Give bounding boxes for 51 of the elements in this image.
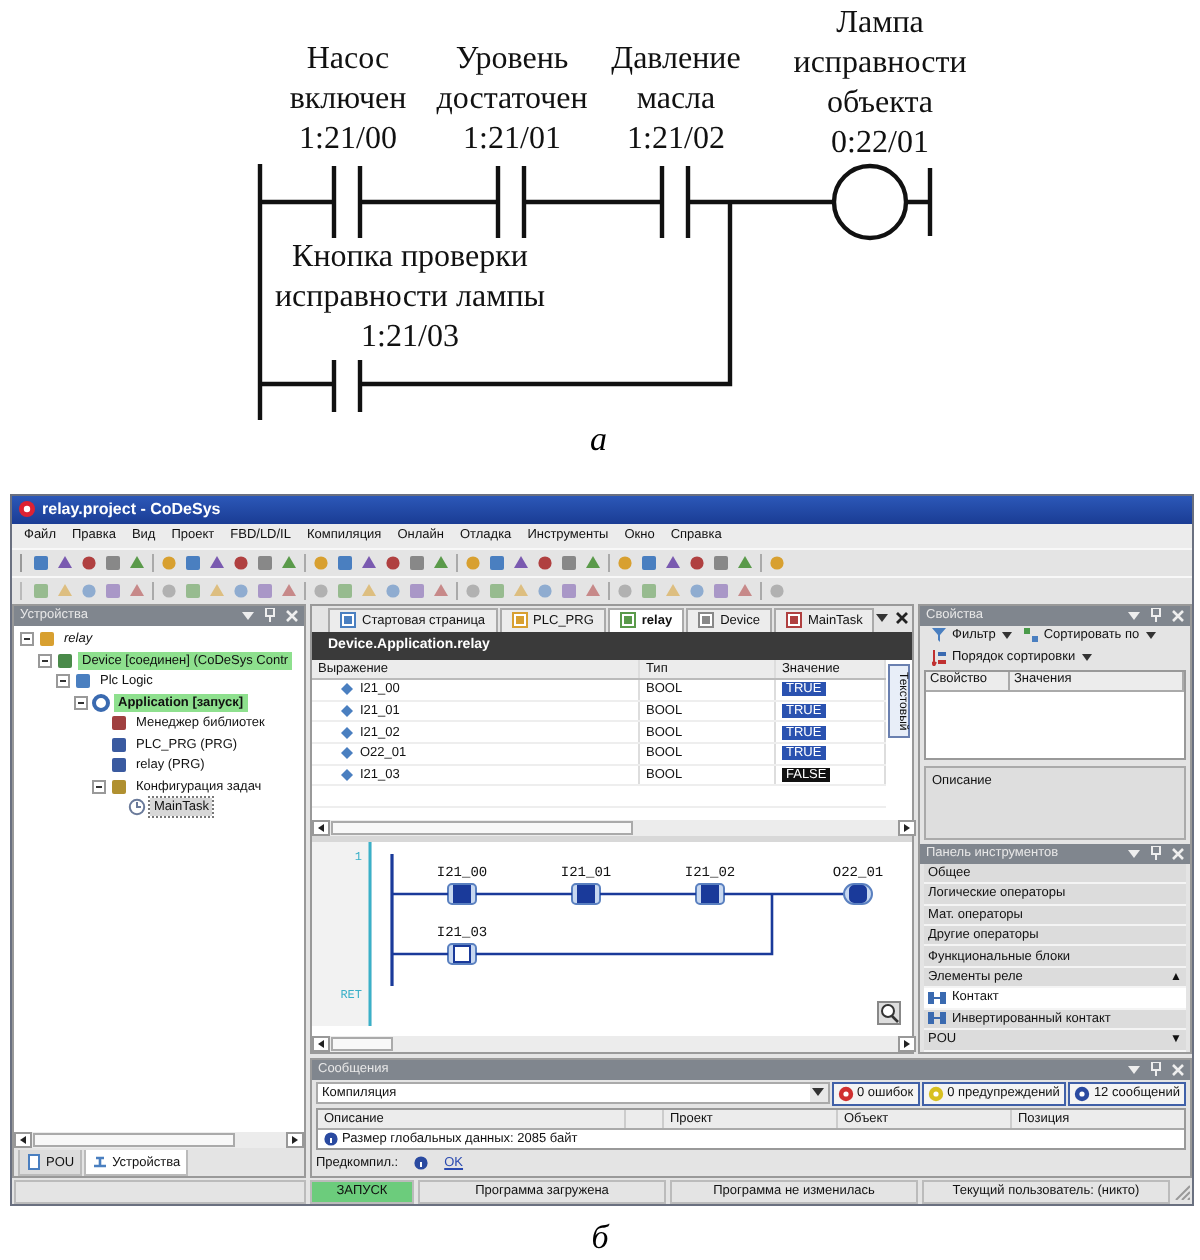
pin-icon[interactable]: [1150, 1062, 1162, 1077]
coil-symbol: [831, 163, 909, 241]
dropdown-icon[interactable]: [812, 1088, 824, 1099]
caret-icon[interactable]: [1081, 653, 1092, 662]
collapse-icon[interactable]: [92, 779, 106, 794]
contact-icon: [928, 991, 946, 1004]
power-rail: [927, 168, 933, 236]
close-icon[interactable]: [896, 612, 909, 625]
resize-grip-icon[interactable]: [1174, 1183, 1190, 1200]
contact-symbol: [659, 166, 691, 238]
funnel-icon: [932, 628, 946, 643]
contact-symbol[interactable]: [695, 882, 725, 905]
contact-icon: [928, 1012, 946, 1025]
pin-icon[interactable]: [264, 608, 276, 623]
figure-caption: б: [589, 1218, 612, 1258]
collapse-icon[interactable]: [56, 674, 70, 689]
gear-icon: [92, 693, 110, 712]
contact-label: Насос включен 1:21/00: [289, 40, 407, 160]
info-icon: [1073, 1085, 1090, 1102]
collapse-icon[interactable]: [38, 653, 52, 668]
contact-symbol[interactable]: [447, 882, 477, 905]
contact-symbol: [495, 166, 527, 238]
figure-caption: а: [590, 420, 607, 460]
scrollbar[interactable]: [14, 1132, 304, 1149]
info-icon: [414, 1155, 429, 1170]
pin-icon[interactable]: [1150, 846, 1162, 861]
collapse-icon[interactable]: [20, 632, 34, 647]
clock-icon: [128, 798, 146, 817]
contact-symbol[interactable]: [447, 942, 477, 965]
contact-label: Уровень достаточен 1:21/01: [436, 40, 588, 160]
contact-symbol[interactable]: [571, 882, 601, 905]
scrollbar[interactable]: [312, 819, 916, 836]
sort-az-icon: [932, 649, 946, 666]
sort-icon: [1023, 628, 1038, 643]
caret-icon[interactable]: [1145, 631, 1156, 640]
contact-label: Кнопка проверки исправности лампы 1:21/03: [274, 238, 546, 358]
error-icon: [837, 1085, 853, 1102]
dropdown-icon[interactable]: [876, 612, 889, 625]
caret-icon[interactable]: [1001, 631, 1012, 640]
contact-symbol: [331, 166, 363, 238]
pin-icon[interactable]: [1150, 608, 1162, 623]
window-title: relay.project - CoDeSys: [42, 500, 221, 519]
contact-symbol: [331, 360, 363, 412]
coil-label: Лампа исправности объекта 0:22/01: [793, 4, 967, 164]
app-icon: [18, 500, 36, 519]
coil-symbol[interactable]: [843, 882, 873, 905]
warning-icon: [927, 1085, 944, 1102]
contact-label: Давление масла 1:21/02: [611, 40, 741, 160]
collapse-icon[interactable]: [74, 695, 88, 710]
scrollbar[interactable]: [312, 1035, 916, 1052]
zoom-icon[interactable]: [877, 1000, 901, 1025]
